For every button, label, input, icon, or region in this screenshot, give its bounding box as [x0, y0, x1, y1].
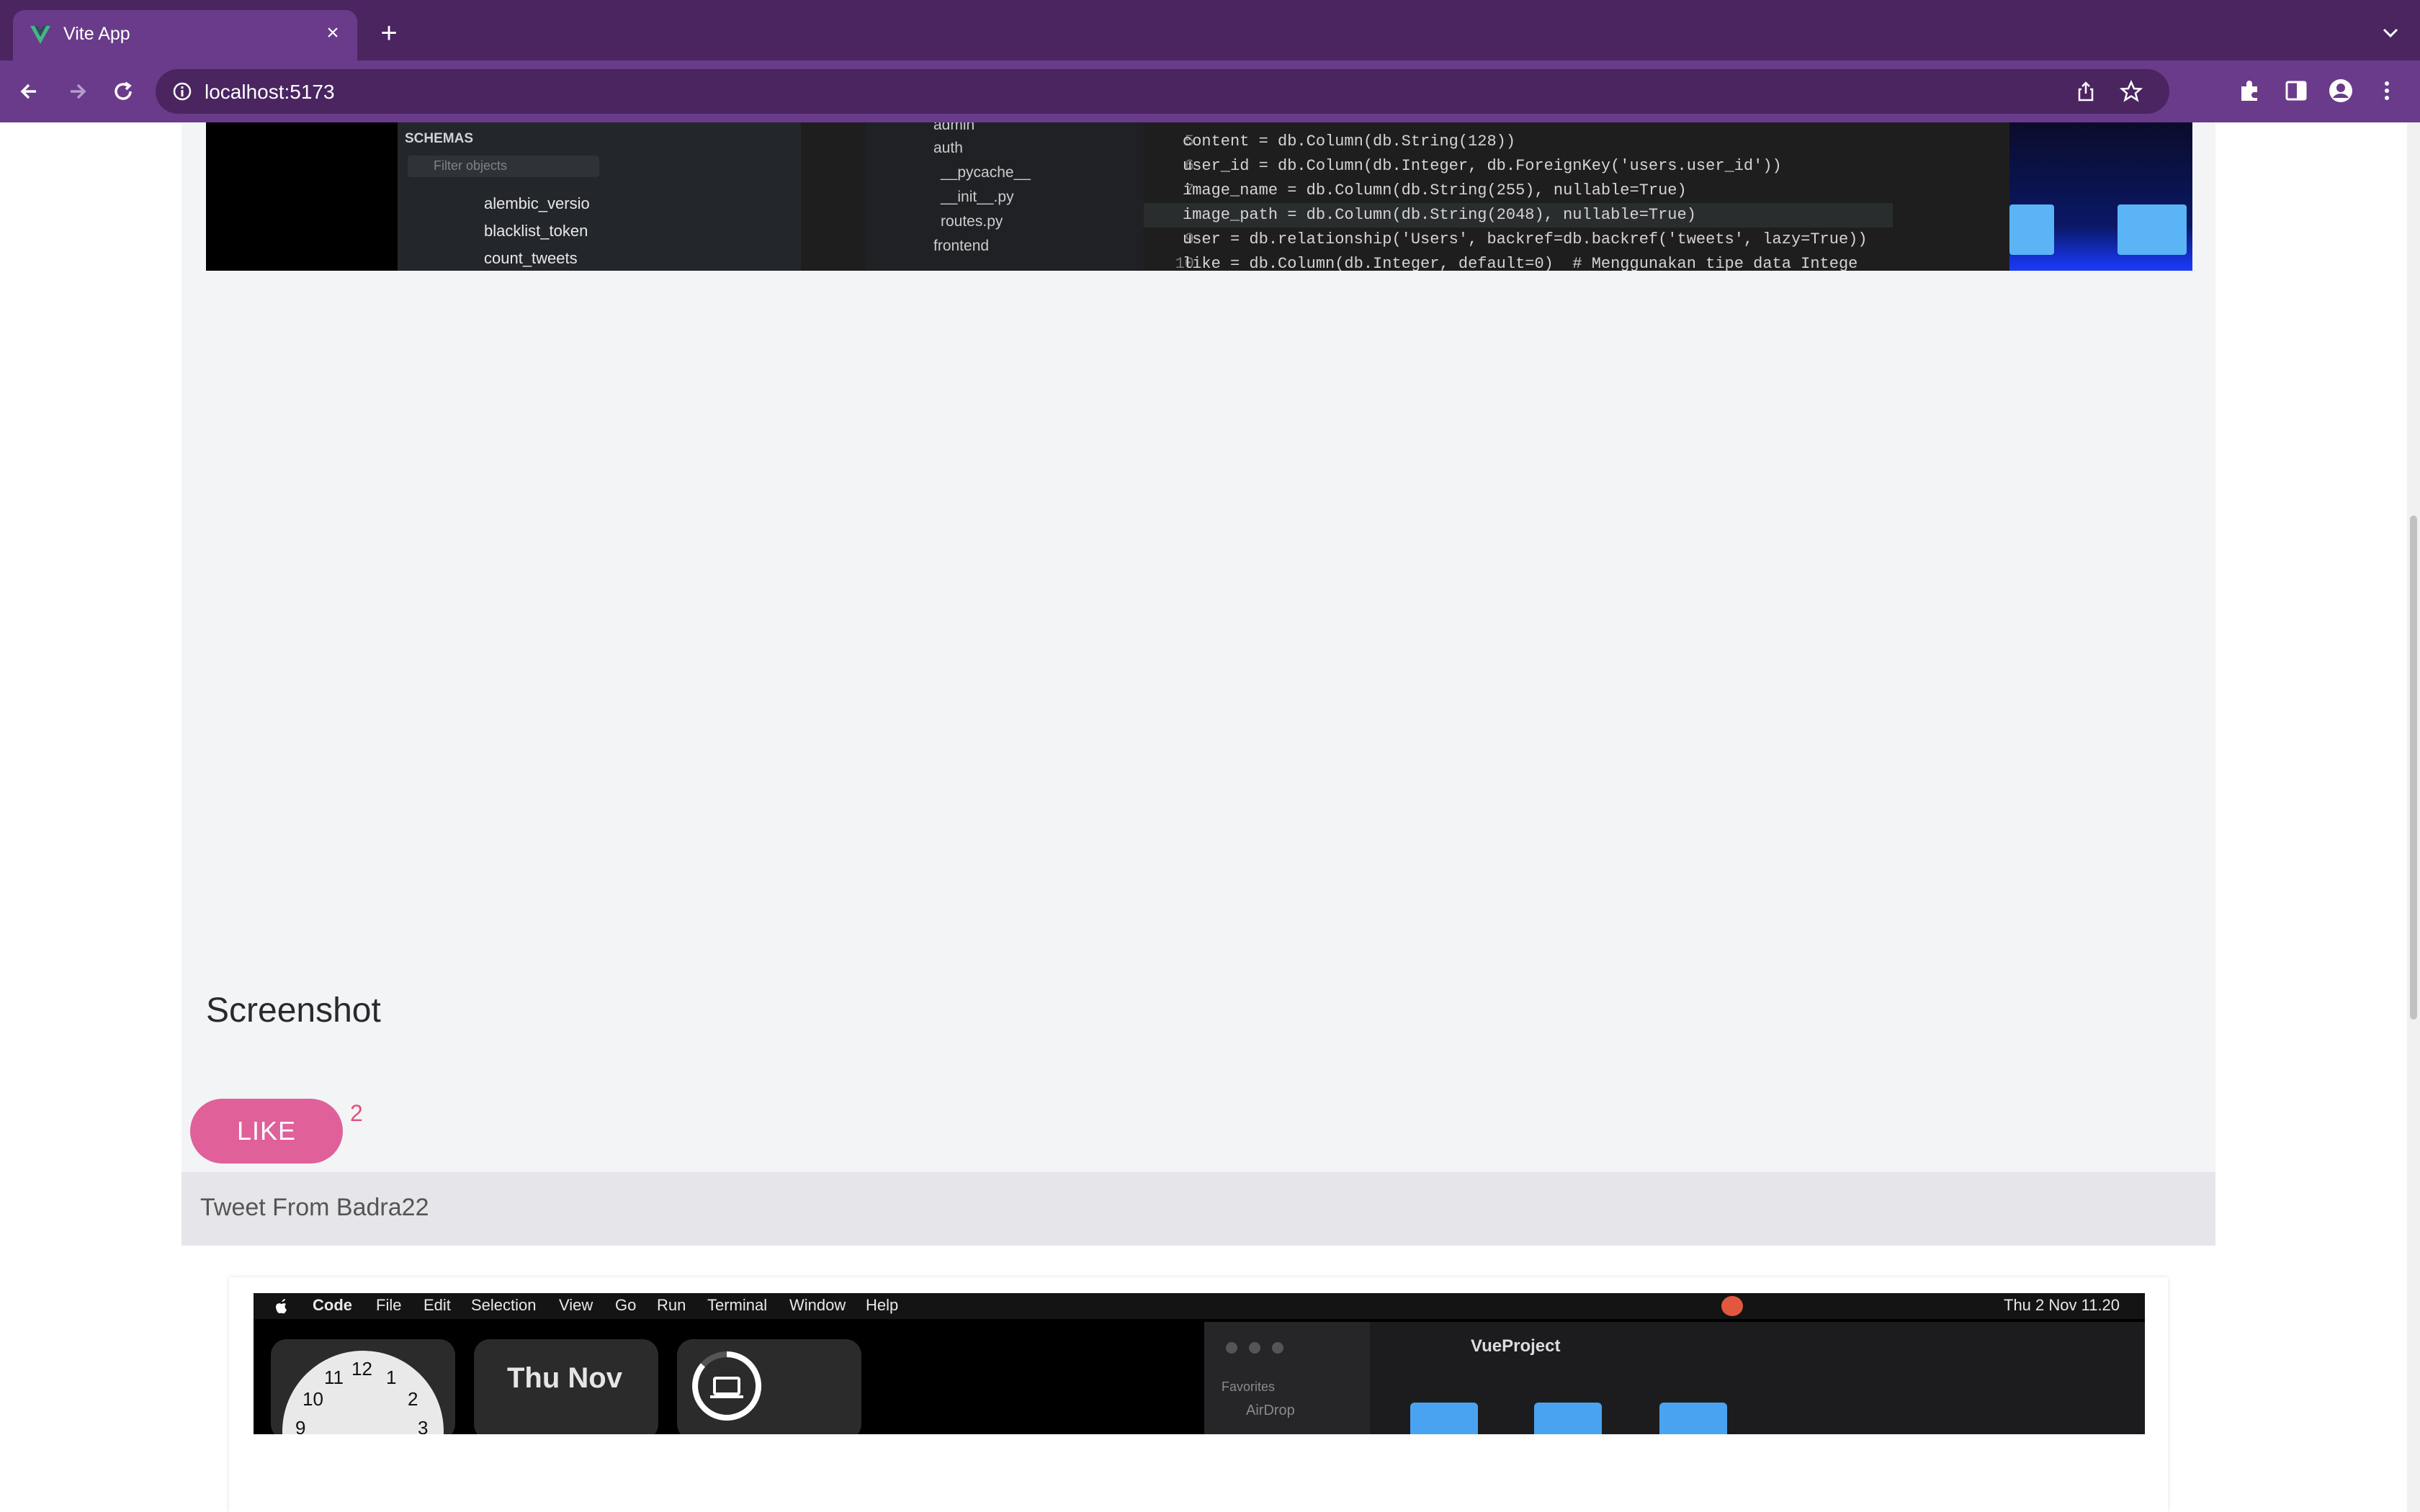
- code-line: image_path = db.Column(db.String(2048), …: [1183, 206, 1696, 224]
- url-text: localhost:5173: [205, 81, 335, 103]
- post-title: Screenshot: [206, 991, 381, 1030]
- menu-item: Terminal: [707, 1296, 768, 1314]
- folder-icon: [2118, 204, 2187, 255]
- file-explorer: admin auth __pycache__ __init__.py route…: [866, 122, 1144, 271]
- close-tab-icon[interactable]: ×: [320, 20, 346, 46]
- tree-item: __pycache__: [941, 164, 1031, 181]
- tweet-footer: Tweet From Badra22: [182, 1172, 2215, 1246]
- forward-icon[interactable]: [62, 76, 92, 107]
- laptop-battery-icon: [692, 1351, 762, 1421]
- favorites-label: Favorites: [1222, 1380, 1276, 1394]
- folder-icon: [2009, 204, 2054, 255]
- new-tab-icon[interactable]: +: [375, 19, 403, 48]
- clock-number: 2: [408, 1388, 418, 1410]
- clock-number: 3: [418, 1417, 429, 1434]
- extensions-icon[interactable]: [2236, 76, 2264, 105]
- reload-icon[interactable]: [108, 76, 138, 107]
- table-item: count_tweets: [484, 249, 578, 267]
- scrollbar-thumb[interactable]: [2410, 516, 2417, 1020]
- page-scrollbar[interactable]: [2407, 122, 2420, 1512]
- menu-item: File: [376, 1296, 402, 1314]
- clock-number: 1: [386, 1367, 397, 1388]
- site-info-icon[interactable]: [171, 81, 193, 102]
- address-bar[interactable]: localhost:5173: [156, 69, 2169, 114]
- mac-menu-bar: Code File Edit Selection View Go Run Ter…: [254, 1293, 2145, 1319]
- tree-item: frontend: [933, 238, 990, 254]
- window-zoom-dot[interactable]: [1272, 1342, 1283, 1354]
- table-item: alembic_versio: [484, 194, 590, 212]
- tab-search-chevron-icon[interactable]: [2380, 22, 2401, 43]
- finder-title: VueProject: [1471, 1336, 1561, 1356]
- page-viewport: SCHEMAS Filter objects alembic_versio bl…: [0, 122, 2407, 1512]
- folder-icon: [1659, 1403, 1727, 1434]
- tweet-card: Code File Edit Selection View Go Run Ter…: [229, 1277, 2168, 1512]
- clock-number: 11: [324, 1367, 344, 1388]
- browser-toolbar: localhost:5173: [0, 60, 2420, 122]
- tweet-image-desktop[interactable]: Code File Edit Selection View Go Run Ter…: [254, 1293, 2145, 1434]
- menu-item: Code: [313, 1296, 352, 1314]
- desktop-background: [2009, 122, 2192, 271]
- finder-window: Favorites AirDrop VueProject: [1204, 1322, 2145, 1434]
- clock-number: 10: [302, 1388, 323, 1410]
- date-widget-text: Thu Nov: [507, 1362, 622, 1394]
- tree-item: __init__.py: [941, 189, 1014, 205]
- menu-item: Window: [789, 1296, 846, 1314]
- vite-logo-icon: [30, 26, 50, 44]
- battery-widget: [677, 1339, 861, 1434]
- window-minimize-dot[interactable]: [1249, 1342, 1260, 1354]
- menu-item: Selection: [471, 1296, 537, 1314]
- back-icon[interactable]: [14, 76, 45, 107]
- tweet-image-code-editor[interactable]: SCHEMAS Filter objects alembic_versio bl…: [206, 122, 2192, 271]
- tree-item: routes.py: [941, 213, 1003, 230]
- code-editor: 5 6 7 8 9 10 content = db.Column(db.Stri…: [1144, 122, 2009, 271]
- filter-objects-input: Filter objects: [408, 156, 599, 177]
- menu-item: Run: [657, 1296, 686, 1314]
- apple-logo-icon: [276, 1299, 287, 1314]
- clock-widget: 12 11 1 10 2 9 3: [271, 1339, 455, 1434]
- code-line: like = db.Column(db.Integer, default=0) …: [1183, 255, 1858, 271]
- tab-title: Vite App: [63, 24, 130, 44]
- tree-item: admin: [933, 122, 975, 133]
- table-item: blacklist_token: [484, 222, 588, 240]
- folder-icon: [1410, 1403, 1478, 1434]
- code-line: user = db.relationship('Users', backref=…: [1183, 230, 1868, 248]
- menu-item: Go: [615, 1296, 637, 1314]
- calendar-widget: Thu Nov: [474, 1339, 658, 1434]
- bookmark-star-icon[interactable]: [2119, 79, 2143, 104]
- tab-strip: Vite App × +: [0, 0, 2420, 60]
- menu-item: Edit: [424, 1296, 451, 1314]
- window-close-dot[interactable]: [1226, 1342, 1237, 1354]
- profile-avatar-icon[interactable]: [2326, 76, 2355, 105]
- schemas-label: SCHEMAS: [405, 131, 474, 146]
- activity-bar: [801, 122, 866, 271]
- menu-item: View: [559, 1296, 593, 1314]
- more-menu-icon[interactable]: [2372, 76, 2401, 105]
- code-line: image_name = db.Column(db.String(255), n…: [1183, 181, 1687, 199]
- schemas-panel: SCHEMAS Filter objects alembic_versio bl…: [398, 122, 801, 271]
- status-datetime: Thu 2 Nov 11.20: [2004, 1296, 2120, 1314]
- tree-item: auth: [933, 140, 963, 156]
- airdrop-label: AirDrop: [1246, 1403, 1295, 1418]
- side-panel-icon[interactable]: [2282, 76, 2311, 105]
- folder-icon: [1534, 1403, 1602, 1434]
- like-button[interactable]: LIKE: [190, 1099, 343, 1164]
- code-line: content = db.Column(db.String(128)): [1183, 132, 1516, 150]
- browser-tab[interactable]: Vite App ×: [13, 10, 357, 60]
- filter-placeholder: Filter objects: [434, 158, 508, 173]
- status-app-icon: [1721, 1296, 1743, 1316]
- tweet-card: SCHEMAS Filter objects alembic_versio bl…: [182, 122, 2215, 1246]
- like-count: 2: [350, 1100, 363, 1126]
- menu-item: Help: [866, 1296, 899, 1314]
- finder-sidebar: Favorites AirDrop: [1204, 1322, 1370, 1434]
- code-line: user_id = db.Column(db.Integer, db.Forei…: [1183, 157, 1782, 175]
- share-icon[interactable]: [2074, 80, 2097, 103]
- tweet-author: Tweet From Badra22: [200, 1194, 429, 1221]
- clock-number: 12: [351, 1358, 372, 1380]
- clock-number: 9: [295, 1417, 306, 1434]
